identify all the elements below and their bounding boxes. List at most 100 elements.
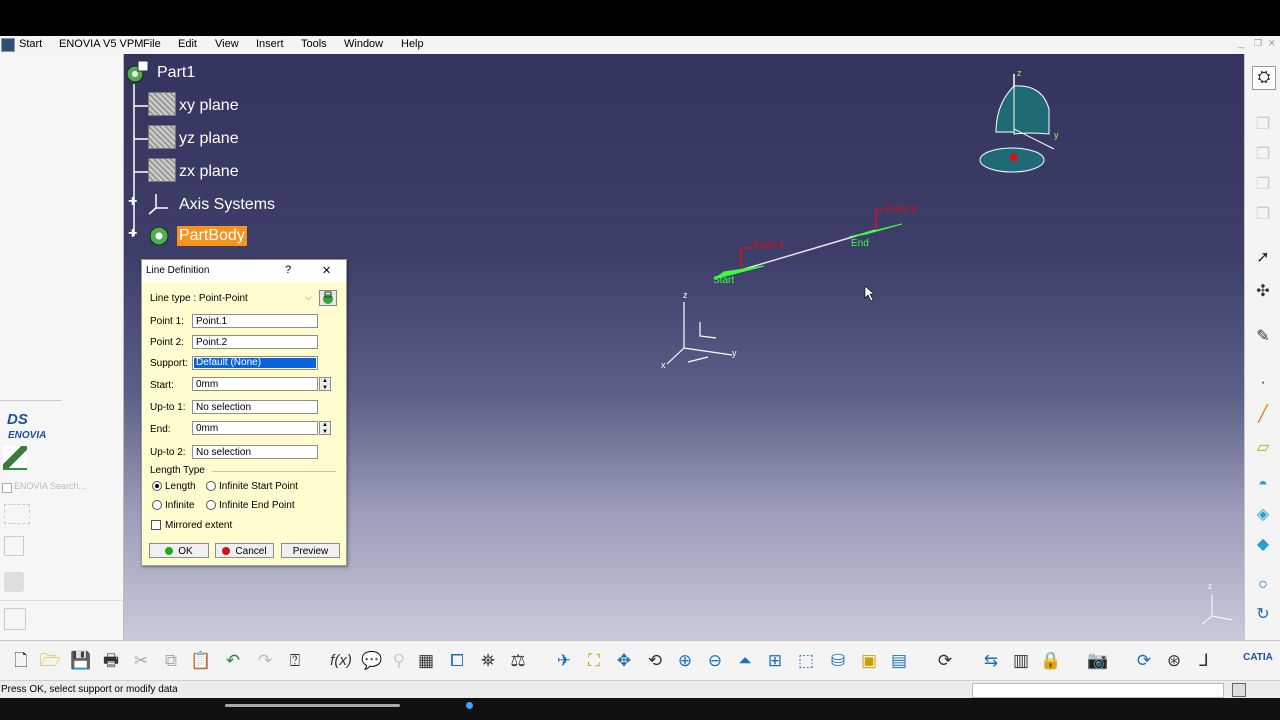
zoom-out-icon[interactable]: ⊖ bbox=[704, 650, 726, 672]
copy-icon[interactable]: ⧉ bbox=[160, 650, 182, 672]
radio-infinite[interactable] bbox=[152, 500, 162, 510]
menu-insert[interactable]: Insert bbox=[256, 38, 284, 50]
help-button[interactable]: ? bbox=[285, 264, 291, 276]
point-icon[interactable]: · bbox=[1252, 372, 1274, 394]
measure-icon[interactable]: ⚖ bbox=[507, 650, 529, 672]
open-folder-icon[interactable]: 🗁 bbox=[39, 650, 61, 672]
lock-icon[interactable]: 🔒 bbox=[1040, 650, 1062, 672]
command-input-field[interactable] bbox=[972, 683, 1224, 698]
iso-view-icon[interactable]: ⬚ bbox=[795, 650, 817, 672]
line-type-dropdown-icon[interactable]: ⌵ bbox=[305, 292, 312, 303]
start-spinner[interactable]: ▲ ▼ bbox=[319, 377, 331, 391]
menu-tools[interactable]: Tools bbox=[301, 38, 327, 50]
multi-view-icon[interactable]: ⊞ bbox=[764, 650, 786, 672]
plane-tool-icon[interactable]: ▱ bbox=[1252, 437, 1274, 459]
table-icon[interactable]: ▦ bbox=[415, 650, 437, 672]
undo-icon[interactable]: ↶ bbox=[222, 650, 244, 672]
fly-mode-icon[interactable]: ✈ bbox=[553, 650, 575, 672]
cancel-red-dot-icon bbox=[222, 547, 231, 555]
rotate-view-icon[interactable]: ⟲ bbox=[644, 650, 666, 672]
lock-line-type-icon[interactable] bbox=[319, 290, 337, 306]
start-field[interactable]: 0mm bbox=[192, 377, 318, 391]
select-arrow-icon[interactable]: ➚ bbox=[1252, 247, 1274, 269]
paste-icon[interactable]: 📋 bbox=[190, 650, 212, 672]
radio-infinite-start-point[interactable] bbox=[206, 481, 216, 491]
circle-icon[interactable]: ○ bbox=[1252, 574, 1274, 596]
globe-icon[interactable]: ⊛ bbox=[1163, 650, 1185, 672]
redo-icon[interactable]: ↷ bbox=[254, 650, 276, 672]
zoom-in-icon[interactable]: ⊕ bbox=[674, 650, 696, 672]
point2-field[interactable]: Point.2 bbox=[192, 335, 318, 349]
fit-all-icon[interactable]: ⛶ bbox=[583, 650, 605, 672]
shading-icon[interactable]: ⛁ bbox=[827, 650, 849, 672]
app-menu-enovia[interactable]: ENOVIA V5 VPM bbox=[59, 38, 143, 50]
point1-field[interactable]: Point.1 bbox=[192, 314, 318, 328]
upto1-field[interactable]: No selection bbox=[192, 400, 318, 414]
sweep-icon[interactable]: ◆ bbox=[1252, 534, 1274, 556]
support-field[interactable]: Default (None) bbox=[192, 356, 318, 370]
cut-icon[interactable]: ✂ bbox=[130, 650, 152, 672]
normal-view-icon[interactable]: ⏶ bbox=[734, 650, 756, 672]
line-icon[interactable]: ╱ bbox=[1252, 404, 1274, 426]
menu-file[interactable]: File bbox=[143, 38, 161, 50]
move-icon[interactable]: ✣ bbox=[1252, 281, 1274, 303]
tree-item-yz-plane[interactable]: yz plane bbox=[179, 130, 239, 148]
preview-button[interactable]: Preview bbox=[281, 543, 340, 558]
hide-show-icon[interactable]: ▣ bbox=[858, 650, 880, 672]
menu-window[interactable]: Window bbox=[344, 38, 383, 50]
whats-this-icon[interactable]: ⍰ bbox=[284, 650, 306, 672]
enovia-tool-icon[interactable] bbox=[3, 446, 27, 470]
radio-length[interactable] bbox=[152, 481, 162, 491]
sketcher-workbench-icon[interactable]: ⛭ bbox=[1252, 66, 1276, 90]
tree-item-zx-plane[interactable]: zx plane bbox=[179, 163, 239, 181]
ok-button[interactable]: OK bbox=[149, 543, 209, 558]
swap-visible-icon[interactable]: ▤ bbox=[888, 650, 910, 672]
formula-icon[interactable]: f(x) bbox=[330, 650, 352, 672]
restore-icon[interactable]: ❐ bbox=[1254, 38, 1262, 49]
enovia-search-checkbox[interactable] bbox=[2, 483, 12, 493]
part-icon[interactable] bbox=[124, 60, 150, 83]
refresh-icon[interactable]: ⟳ bbox=[1133, 650, 1155, 672]
close-icon[interactable]: ✕ bbox=[322, 264, 331, 277]
ok-label: OK bbox=[178, 546, 193, 557]
sketch-icon[interactable]: ✎ bbox=[1252, 326, 1274, 348]
dialog-title-bar[interactable]: Line Definition ? ✕ bbox=[142, 260, 346, 282]
end-field[interactable]: 0mm bbox=[192, 421, 318, 435]
rotate-icon[interactable]: ↻ bbox=[1252, 604, 1274, 626]
close-window-icon[interactable]: ✕ bbox=[1268, 38, 1276, 49]
cancel-button[interactable]: Cancel bbox=[215, 543, 274, 558]
manage-icon[interactable]: ▥ bbox=[1010, 650, 1032, 672]
end-spinner[interactable]: ▲ ▼ bbox=[319, 421, 331, 435]
capture-icon[interactable]: 📷 bbox=[1087, 650, 1109, 672]
minimize-icon[interactable]: _ bbox=[1238, 37, 1244, 49]
command-input-icon[interactable] bbox=[1232, 683, 1246, 697]
video-progress-knob[interactable] bbox=[466, 702, 473, 709]
catia-app-icon[interactable] bbox=[1, 38, 15, 52]
menu-edit[interactable]: Edit bbox=[178, 38, 197, 50]
menu-view[interactable]: View bbox=[215, 38, 239, 50]
start-menu[interactable]: Start bbox=[19, 38, 42, 50]
extrude-icon[interactable]: ◓ bbox=[1252, 474, 1274, 496]
print-icon[interactable]: 🖶 bbox=[100, 650, 122, 672]
radio-infinite-end-point[interactable] bbox=[206, 500, 216, 510]
pan-icon[interactable]: ✥ bbox=[613, 650, 635, 672]
new-file-icon[interactable]: 🗋 bbox=[10, 650, 32, 672]
mirrored-extent-checkbox[interactable] bbox=[151, 520, 161, 530]
catalog-icon[interactable]: ⛯ bbox=[477, 650, 499, 672]
parts-icon[interactable]: ⇆ bbox=[980, 650, 1002, 672]
tree-item-xy-plane[interactable]: xy plane bbox=[179, 97, 239, 115]
expand-plus-icon[interactable]: + bbox=[128, 225, 137, 243]
tree-item-axis-systems[interactable]: Axis Systems bbox=[179, 196, 275, 214]
surface-icon[interactable]: ◈ bbox=[1252, 504, 1274, 526]
tree-root-part1[interactable]: Part1 bbox=[157, 64, 195, 82]
comment-icon[interactable]: 💬 bbox=[361, 650, 383, 672]
upto2-field[interactable]: No selection bbox=[192, 445, 318, 459]
tree-item-partbody[interactable]: PartBody bbox=[177, 226, 247, 246]
support-value: Default (None) bbox=[194, 358, 316, 368]
expand-plus-icon[interactable]: + bbox=[128, 193, 137, 211]
save-icon[interactable]: 💾 bbox=[70, 650, 92, 672]
update-icon[interactable]: ⟳ bbox=[934, 650, 956, 672]
axis-icon[interactable]: ⅃ bbox=[1193, 650, 1215, 672]
menu-help[interactable]: Help bbox=[401, 38, 424, 50]
graph-tree-icon[interactable]: ⧠ bbox=[446, 650, 468, 672]
